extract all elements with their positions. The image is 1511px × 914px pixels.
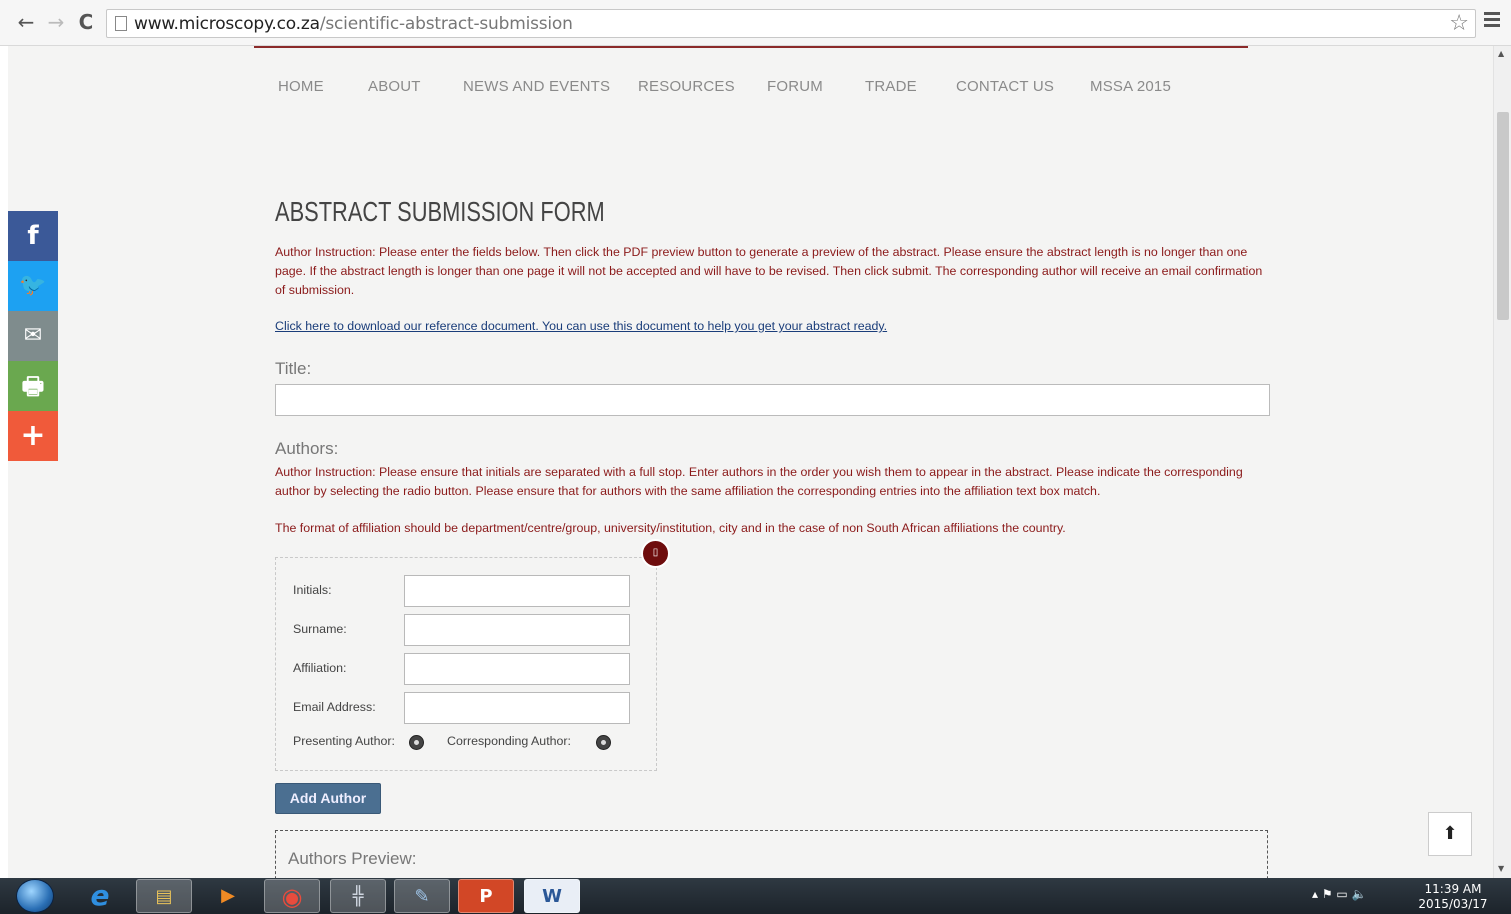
chrome-menu-icon[interactable] — [1484, 12, 1500, 32]
page-scrollbar[interactable]: ▲ ▼ — [1493, 46, 1511, 878]
print-icon[interactable]: 🖶 — [8, 361, 58, 411]
url-path: /scientific-abstract-submission — [319, 14, 573, 34]
author-instruction: Author Instruction: Please enter the fie… — [275, 245, 1263, 297]
chrome-icon[interactable]: ◉ — [264, 879, 320, 913]
forward-arrow-icon[interactable]: → — [44, 10, 68, 34]
email-input[interactable] — [404, 692, 630, 724]
windows-taskbar: e ▤ ▶ ◉ ╬ ✎ P W ▴ ⚑ ▭ 🔈 11:39 AM 2015/03… — [0, 878, 1511, 914]
nav-resources[interactable]: RESOURCES — [638, 78, 735, 95]
powerpoint-icon[interactable]: P — [458, 879, 514, 913]
author-entry-box: Initials: Surname: Affiliation: Email Ad… — [275, 557, 657, 771]
scroll-thumb[interactable] — [1497, 112, 1509, 320]
corresponding-author-radio[interactable] — [596, 735, 611, 750]
page-icon — [115, 16, 127, 31]
scroll-up-icon[interactable]: ▲ — [1498, 49, 1504, 58]
scroll-down-icon[interactable]: ▼ — [1498, 864, 1504, 873]
nav-news-and-events[interactable]: NEWS AND EVENTS — [463, 78, 610, 95]
authors-preview-box: Authors Preview: — [275, 830, 1268, 878]
header-divider — [254, 46, 1248, 48]
url-domain: www.microscopy.co.za — [134, 14, 320, 34]
presenting-author-radio[interactable] — [409, 735, 424, 750]
affiliation-label: Affiliation: — [293, 661, 347, 675]
word-icon[interactable]: W — [524, 879, 580, 913]
authors-instruction: Author Instruction: Please ensure that i… — [275, 465, 1243, 498]
nav-mssa-2015[interactable]: MSSA 2015 — [1090, 78, 1171, 95]
reference-document-link[interactable]: Click here to download our reference doc… — [275, 319, 887, 333]
internet-explorer-icon[interactable]: e — [72, 879, 128, 913]
clock-date: 2015/03/17 — [1418, 897, 1488, 911]
social-share-bar: f 🐦 ✉ 🖶 + — [8, 211, 58, 461]
email-label: Email Address: — [293, 700, 376, 714]
twitter-icon[interactable]: 🐦 — [8, 261, 58, 311]
back-to-top-button[interactable]: ⬆ — [1428, 812, 1472, 856]
add-author-button[interactable]: Add Author — [275, 783, 381, 814]
remove-author-button[interactable]: ▯ — [641, 539, 670, 568]
affiliation-format-note: The format of affiliation should be depa… — [275, 521, 1066, 535]
file-explorer-icon[interactable]: ▤ — [136, 879, 192, 913]
paint-icon[interactable]: ✎ — [394, 879, 450, 913]
nav-forum[interactable]: FORUM — [767, 78, 823, 95]
facebook-icon[interactable]: f — [8, 211, 58, 261]
back-arrow-icon[interactable]: ← — [14, 10, 38, 34]
network-tool-icon[interactable]: ╬ — [330, 879, 386, 913]
start-button[interactable] — [16, 879, 54, 913]
taskbar-clock[interactable]: 11:39 AM 2015/03/17 — [1418, 882, 1488, 912]
clock-time: 11:39 AM — [1424, 882, 1482, 896]
presenting-author-label: Presenting Author: — [293, 734, 395, 748]
address-bar[interactable]: www.microscopy.co.za/scientific-abstract… — [106, 9, 1476, 38]
web-page: HOME ABOUT NEWS AND EVENTS RESOURCES FOR… — [8, 46, 1493, 878]
nav-trade[interactable]: TRADE — [865, 78, 917, 95]
system-tray-icons[interactable]: ▴ ⚑ ▭ 🔈 — [1312, 887, 1367, 901]
initials-label: Initials: — [293, 583, 332, 597]
bookmark-star-icon[interactable]: ☆ — [1449, 11, 1469, 36]
nav-home[interactable]: HOME — [278, 78, 324, 95]
email-icon[interactable]: ✉ — [8, 311, 58, 361]
corresponding-author-label: Corresponding Author: — [447, 734, 571, 748]
authors-preview-label: Authors Preview: — [288, 849, 417, 868]
initials-input[interactable] — [404, 575, 630, 607]
share-plus-icon[interactable]: + — [8, 411, 58, 461]
reload-icon[interactable]: C — [74, 10, 98, 34]
surname-input[interactable] — [404, 614, 630, 646]
media-player-icon[interactable]: ▶ — [200, 879, 256, 913]
nav-contact-us[interactable]: CONTACT US — [956, 78, 1054, 95]
page-title: ABSTRACT SUBMISSION FORM — [275, 196, 605, 227]
surname-label: Surname: — [293, 622, 347, 636]
url-text[interactable]: www.microscopy.co.za/scientific-abstract… — [134, 14, 573, 34]
authors-label: Authors: — [275, 439, 339, 458]
nav-about[interactable]: ABOUT — [368, 78, 421, 95]
affiliation-input[interactable] — [404, 653, 630, 685]
title-input[interactable] — [275, 384, 1270, 416]
title-label: Title: — [275, 359, 312, 378]
browser-toolbar: ← → C www.microscopy.co.za/scientific-ab… — [0, 0, 1511, 46]
